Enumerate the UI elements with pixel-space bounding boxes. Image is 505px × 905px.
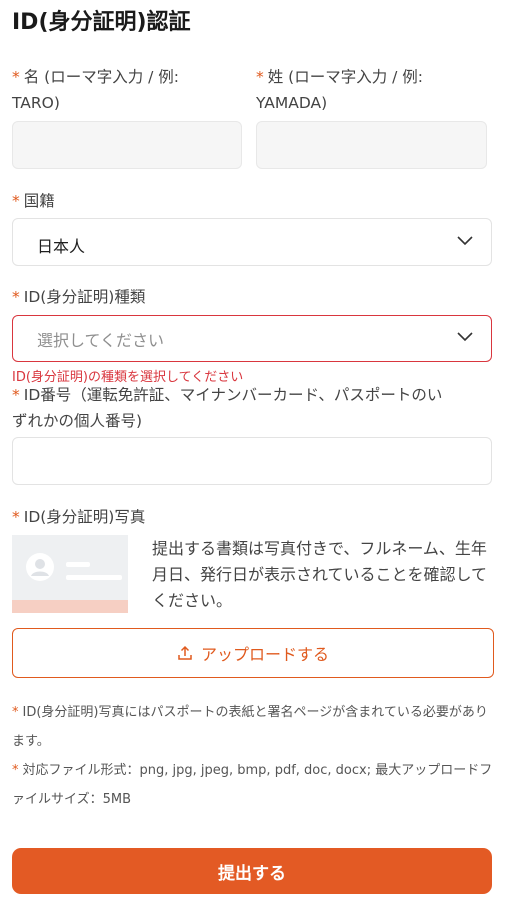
required-mark: * bbox=[12, 508, 20, 526]
id-verification-page: ID(身分証明)認証 * 名 (ローマ字入力 / 例: TARO) * 姓 (ローマ… bbox=[0, 0, 505, 905]
chevron-down-icon bbox=[457, 332, 473, 342]
avatar-icon bbox=[26, 553, 54, 581]
card-strip bbox=[12, 600, 128, 613]
required-mark: * bbox=[12, 68, 20, 86]
card-line bbox=[66, 562, 90, 567]
id-photo-description: 提出する書類は写真付きで、フルネーム、生年月日、発行日が表示されていることを確認… bbox=[152, 539, 488, 610]
note-passport: * ID(身分証明)写真にはパスポートの表紙と署名ページが含まれている必要がありま… bbox=[12, 705, 488, 749]
id-type-select[interactable]: 選択してください bbox=[12, 315, 492, 362]
upload-icon bbox=[178, 645, 192, 660]
id-type-placeholder: 選択してください bbox=[37, 331, 165, 350]
note-file-formats: * 対応ファイル形式：png, jpg, jpeg, bmp, pdf, doc,… bbox=[12, 763, 493, 807]
required-mark: * bbox=[12, 288, 20, 306]
id-number-input[interactable] bbox=[12, 437, 492, 485]
required-mark: * bbox=[12, 763, 19, 778]
id-type-label: * ID(身分証明)種類 bbox=[12, 288, 146, 306]
upload-button[interactable]: アップロードする bbox=[12, 628, 494, 678]
last-name-input[interactable] bbox=[256, 121, 487, 169]
submit-button[interactable]: 提出する bbox=[12, 848, 492, 894]
required-mark: * bbox=[12, 192, 20, 210]
upload-button-label: アップロードする bbox=[200, 645, 329, 664]
first-name-label: * 名 (ローマ字入力 / 例: TARO) bbox=[12, 68, 180, 112]
nationality-label: * 国籍 bbox=[12, 192, 55, 210]
nationality-selected-value: 日本人 bbox=[37, 237, 86, 256]
id-number-label: * ID番号（運転免許証、マイナンバーカード、パスポートのい ずれかの個人番号) bbox=[12, 386, 443, 430]
required-mark: * bbox=[256, 68, 264, 86]
required-mark: * bbox=[12, 705, 19, 720]
id-card-placeholder-icon bbox=[12, 535, 128, 613]
nationality-select[interactable]: 日本人 bbox=[12, 218, 492, 266]
card-line bbox=[66, 575, 122, 580]
required-mark: * bbox=[12, 386, 20, 404]
page-title: ID(身分証明)認証 bbox=[12, 10, 191, 35]
chevron-down-icon bbox=[457, 236, 473, 246]
first-name-input[interactable] bbox=[12, 121, 242, 169]
id-photo-label: * ID(身分証明)写真 bbox=[12, 508, 146, 526]
last-name-label: * 姓 (ローマ字入力 / 例: YAMADA) bbox=[256, 68, 424, 112]
